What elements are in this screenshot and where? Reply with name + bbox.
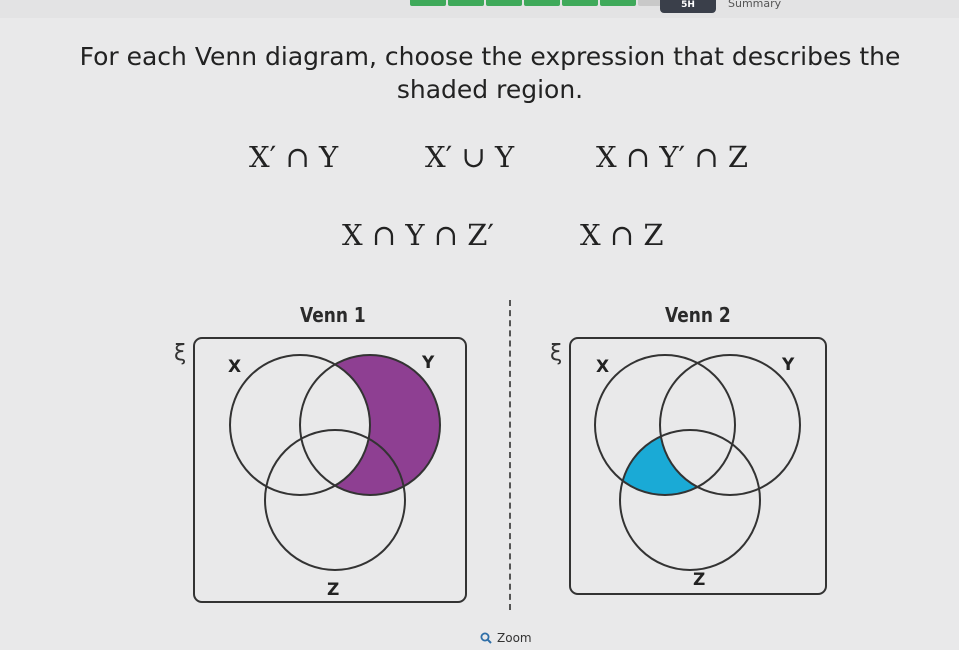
progress-segment[interactable] bbox=[562, 0, 598, 6]
progress-bar bbox=[410, 0, 674, 6]
progress-segment[interactable] bbox=[600, 0, 636, 6]
tab-current-task[interactable]: 5H bbox=[660, 0, 716, 13]
top-navigation-bar: 5H Summary bbox=[0, 0, 959, 18]
set-y-circle bbox=[659, 354, 801, 496]
universal-set-symbol: ξ bbox=[550, 341, 562, 366]
progress-segment[interactable] bbox=[448, 0, 484, 6]
tab-summary[interactable]: Summary bbox=[728, 0, 781, 10]
option-x-complement-intersect-y[interactable]: X′ ∩ Y bbox=[249, 140, 338, 174]
set-x-label: X bbox=[228, 357, 241, 377]
option-x-intersect-y-complement-intersect-z[interactable]: X ∩ Y′ ∩ Z bbox=[596, 140, 748, 174]
option-x-complement-union-y[interactable]: X′ ∪ Y bbox=[425, 140, 514, 174]
zoom-label: Zoom bbox=[497, 631, 532, 645]
set-y-label: Y bbox=[421, 353, 435, 373]
venn-1-diagram[interactable]: ξ X Y Z bbox=[160, 330, 480, 615]
question-text: For each Venn diagram, choose the expres… bbox=[79, 42, 901, 104]
universal-set-symbol: ξ bbox=[174, 341, 186, 366]
venn-2-title: Venn 2 bbox=[665, 303, 731, 327]
divider bbox=[509, 300, 511, 610]
zoom-button[interactable]: Zoom bbox=[480, 631, 532, 645]
option-x-intersect-y-intersect-z-complement[interactable]: X ∩ Y ∩ Z′ bbox=[342, 218, 494, 252]
magnifier-icon bbox=[480, 632, 492, 644]
progress-segment[interactable] bbox=[524, 0, 560, 6]
set-z-label: Z bbox=[327, 580, 339, 600]
progress-segment[interactable] bbox=[486, 0, 522, 6]
option-x-intersect-z[interactable]: X ∩ Z bbox=[580, 218, 664, 252]
venn-1-title: Venn 1 bbox=[300, 303, 366, 327]
progress-segment[interactable] bbox=[410, 0, 446, 6]
venn-2-diagram[interactable]: ξ X Y Z bbox=[530, 330, 840, 600]
set-x-label: X bbox=[596, 357, 609, 377]
set-z-label: Z bbox=[693, 570, 705, 590]
set-y-label: Y bbox=[781, 355, 795, 375]
